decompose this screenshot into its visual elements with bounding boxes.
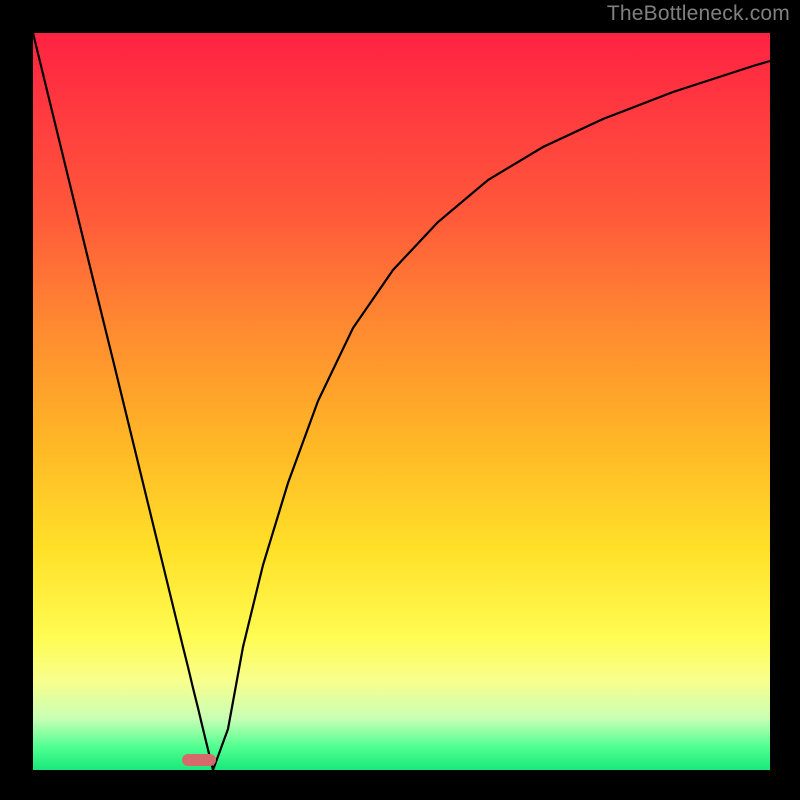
plot-area (33, 33, 770, 770)
curve-path (33, 33, 770, 770)
bottleneck-curve (33, 33, 770, 770)
watermark-text: TheBottleneck.com (607, 2, 790, 26)
chart-frame: TheBottleneck.com (0, 0, 800, 800)
minimum-marker (182, 754, 216, 766)
